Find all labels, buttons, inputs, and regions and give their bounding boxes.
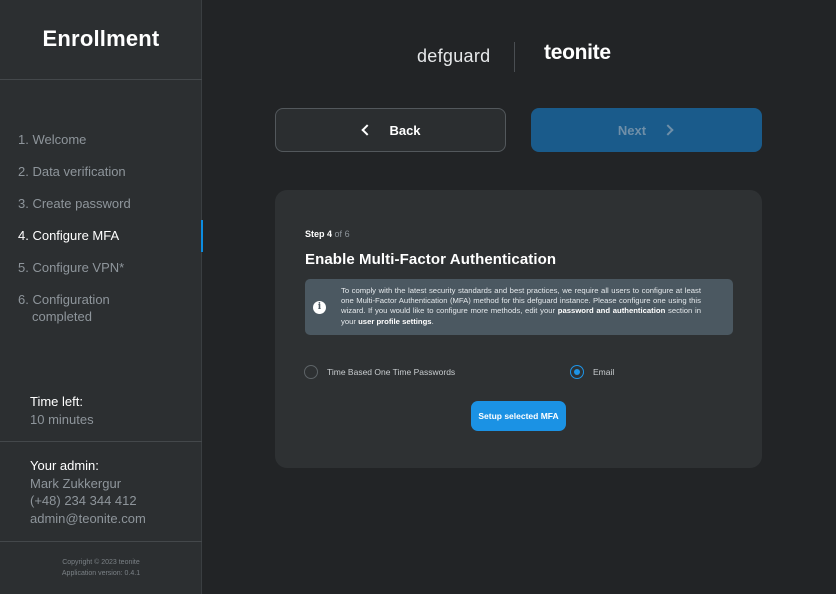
- step-indicator: Step 4 of 6: [305, 229, 350, 239]
- time-left-label: Time left:: [30, 394, 83, 409]
- steps-list: 1. Welcome 2. Data verification 3. Creat…: [0, 124, 203, 332]
- step-label: 6. Configuration: [18, 292, 110, 307]
- admin-label: Your admin:: [30, 458, 99, 473]
- app-version: Application version: 0.4.1: [61, 570, 141, 577]
- teonite-logo: teonite: [544, 41, 611, 64]
- info-icon: i: [313, 301, 326, 314]
- step-configure-mfa[interactable]: 4. Configure MFA: [0, 220, 203, 252]
- sidebar: Enrollment 1. Welcome 2. Data verificati…: [0, 0, 203, 594]
- next-button[interactable]: Next: [531, 108, 762, 152]
- step-label: 2. Data verification: [18, 164, 126, 179]
- admin-name: Mark Zukkergur: [30, 475, 122, 491]
- totp-radio[interactable]: [304, 365, 318, 379]
- copyright: Copyright © 2023 teonite Application ver…: [0, 557, 202, 579]
- totp-option[interactable]: Time Based One Time Passwords: [304, 365, 455, 379]
- time-left-value: 10 minutes: [30, 411, 94, 427]
- admin-phone: (+48) 234 344 412: [30, 493, 137, 508]
- step-current: Step 4: [305, 229, 333, 239]
- time-left: Time left: 10 minutes: [30, 393, 94, 428]
- sidebar-divider: [0, 79, 202, 80]
- step-label: 4. Configure MFA: [18, 228, 120, 243]
- defguard-logo: defguard: [417, 46, 491, 66]
- step-label-continued: completed: [32, 309, 92, 324]
- email-option[interactable]: Email: [570, 365, 614, 379]
- step-of: of: [334, 229, 343, 239]
- chevron-right-icon: [662, 124, 674, 136]
- mfa-card: Step 4 of 6 Enable Multi-Factor Authenti…: [275, 190, 762, 468]
- info-text: To comply with the latest security stand…: [341, 286, 702, 326]
- admin-info: Your admin: Mark Zukkergur (+48) 234 344…: [30, 457, 146, 527]
- step-data-verification[interactable]: 2. Data verification: [0, 156, 202, 188]
- card-title: Enable Multi-Factor Authentication: [305, 251, 557, 268]
- sidebar-divider: [0, 541, 202, 542]
- email-radio[interactable]: [570, 365, 584, 379]
- copyright-text: Copyright © 2023 teonite: [62, 559, 140, 566]
- totp-label: Time Based One Time Passwords: [327, 367, 456, 377]
- chevron-left-icon: [361, 124, 374, 136]
- logo-bar: defguard teonite: [202, 40, 836, 72]
- step-welcome[interactable]: 1. Welcome: [0, 124, 202, 156]
- email-label: Email: [593, 367, 615, 377]
- sidebar-title: Enrollment: [42, 26, 160, 51]
- step-configuration-completed[interactable]: 6. Configuration completed: [0, 284, 202, 332]
- step-total: 6: [344, 229, 350, 239]
- step-create-password[interactable]: 3. Create password: [0, 188, 202, 220]
- back-label: Back: [389, 122, 421, 138]
- step-label: 1. Welcome: [18, 132, 87, 147]
- setup-mfa-button[interactable]: Setup selected MFA: [471, 401, 566, 431]
- step-label: 5. Configure VPN*: [18, 260, 125, 275]
- sidebar-divider: [0, 441, 202, 442]
- back-button[interactable]: Back: [275, 108, 506, 152]
- logo-separator: [514, 42, 515, 72]
- next-label: Next: [617, 122, 647, 138]
- info-box: i To comply with the latest security sta…: [305, 279, 733, 335]
- admin-email: admin@teonite.com: [30, 510, 146, 526]
- step-label: 3. Create password: [18, 196, 131, 211]
- step-configure-vpn[interactable]: 5. Configure VPN*: [0, 252, 202, 284]
